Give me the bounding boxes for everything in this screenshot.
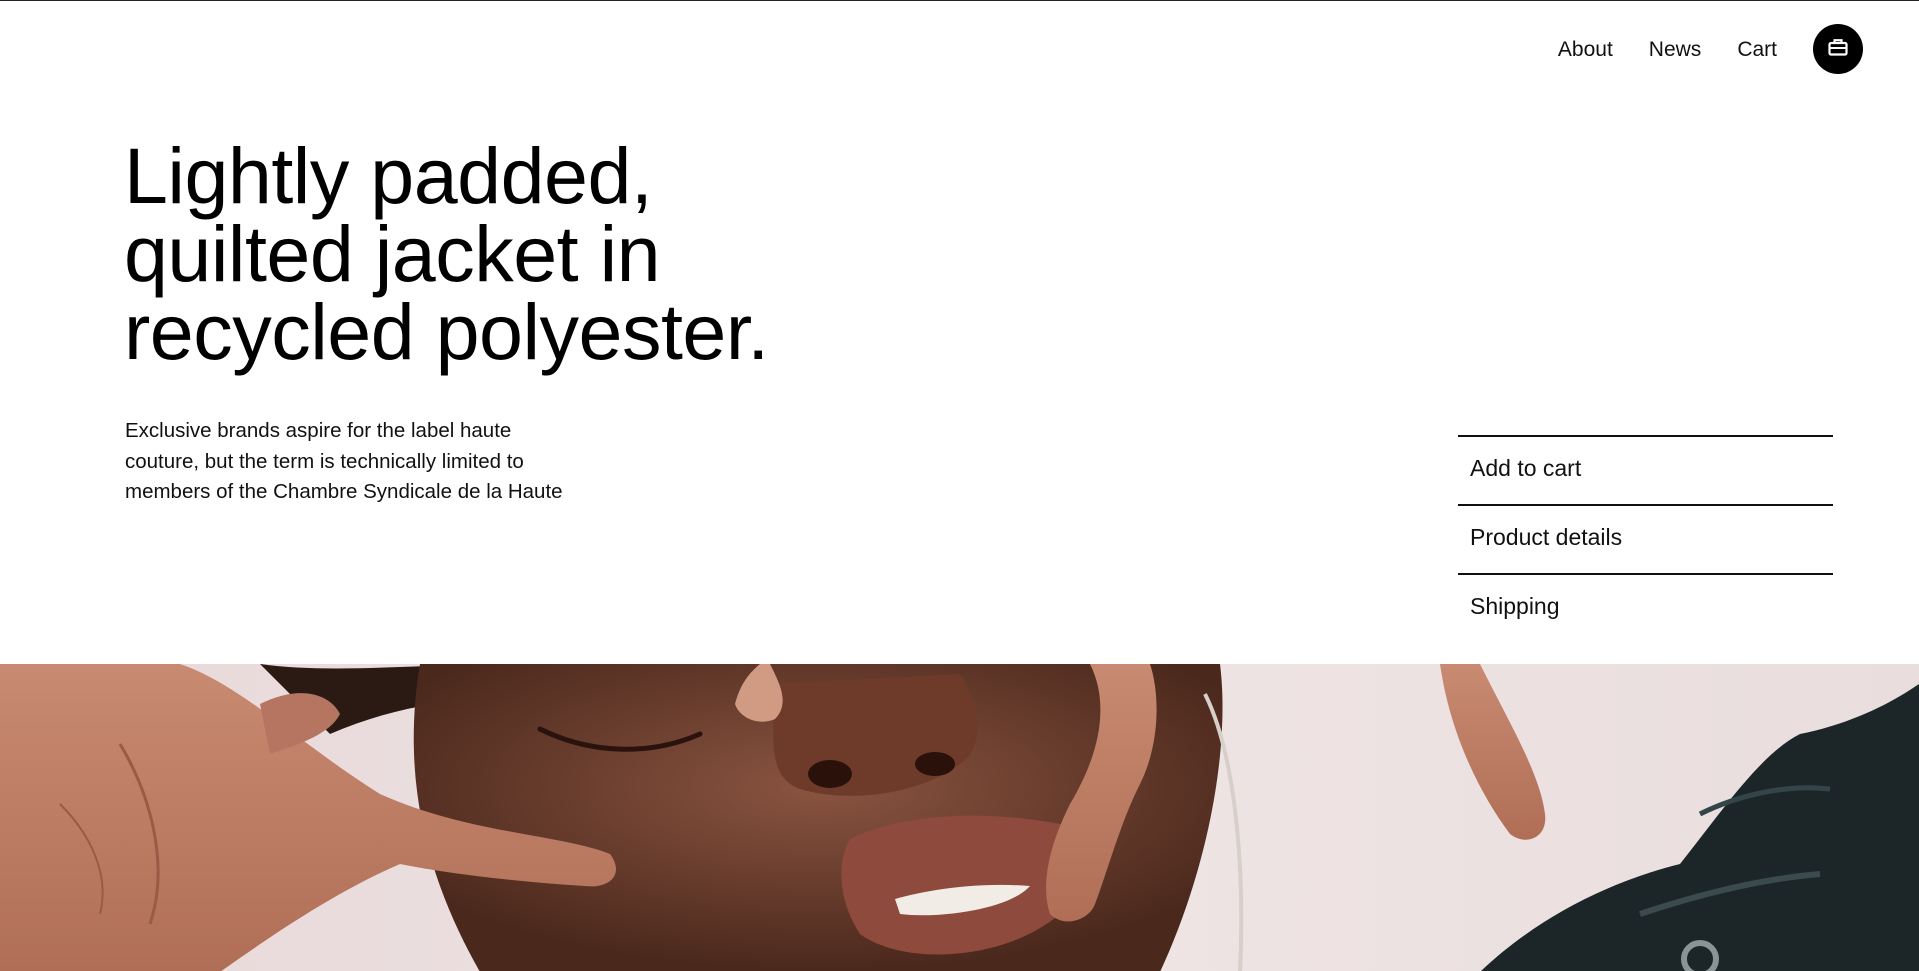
action-label: Shipping xyxy=(1470,593,1560,619)
nav-link-news[interactable]: News xyxy=(1649,39,1702,60)
add-to-cart-button[interactable]: Add to cart xyxy=(1458,435,1833,504)
cart-button[interactable] xyxy=(1813,24,1863,74)
shopping-bag-icon xyxy=(1828,38,1848,61)
product-page: About News Cart Lightly padded, quilted … xyxy=(0,0,1919,971)
product-details-toggle[interactable]: Product details xyxy=(1458,504,1833,573)
product-headline: Lightly padded, quilted jacket in recycl… xyxy=(124,131,884,376)
headline-line: recycled polyester. xyxy=(124,287,769,376)
nav-link-cart[interactable]: Cart xyxy=(1737,39,1777,60)
hero-photo xyxy=(0,664,1919,971)
product-description: Exclusive brands aspire for the label ha… xyxy=(125,416,625,508)
nav-link-about[interactable]: About xyxy=(1558,39,1613,60)
top-navigation: About News Cart xyxy=(1558,23,1863,75)
action-label: Product details xyxy=(1470,524,1623,550)
headline-line: quilted jacket in xyxy=(124,209,661,298)
headline-line: Lightly padded, xyxy=(124,131,653,220)
description-line: couture, but the term is technically lim… xyxy=(125,449,524,473)
description-line: members of the Chambre Syndicale de la H… xyxy=(125,480,563,503)
model-portrait-image xyxy=(0,664,1919,971)
action-label: Add to cart xyxy=(1470,455,1582,481)
product-actions: Add to cart Product details Shipping xyxy=(1458,435,1833,642)
description-line: Exclusive brands aspire for the label ha… xyxy=(125,419,512,442)
shipping-toggle[interactable]: Shipping xyxy=(1458,573,1833,642)
